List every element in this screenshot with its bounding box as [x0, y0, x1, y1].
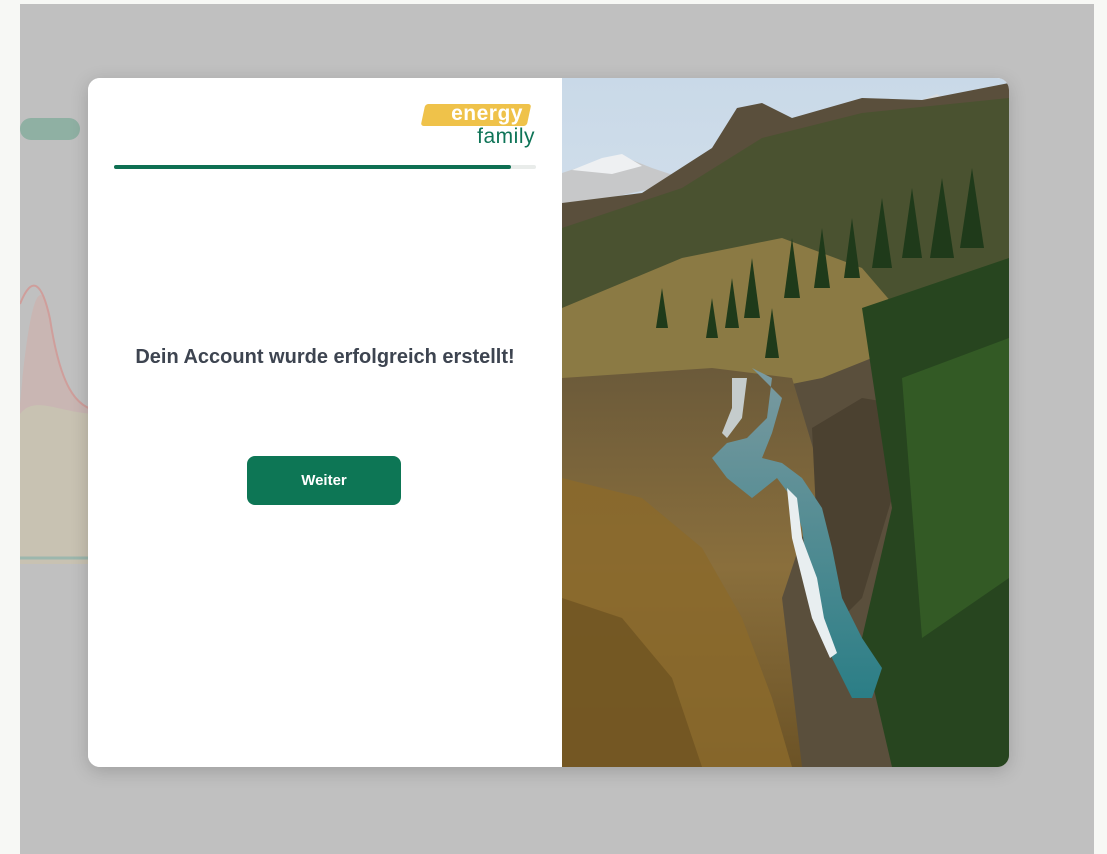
success-message: Dein Account wurde erfolgreich erstellt! — [135, 346, 515, 368]
landscape-illustration — [562, 78, 1009, 767]
continue-button[interactable]: Weiter — [247, 456, 401, 505]
progress-bar-fill — [114, 165, 511, 169]
background-nav-pill — [20, 118, 80, 140]
signup-success-modal: energy family Dein Account wurde erfolgr… — [88, 78, 1009, 767]
mountain-landscape-photo — [562, 78, 1009, 767]
energy-family-logo: energy family — [415, 102, 535, 150]
logo-word-family: family — [477, 125, 535, 148]
logo-word-energy: energy — [451, 102, 523, 125]
progress-bar — [114, 165, 536, 169]
modal-content-pane: energy family Dein Account wurde erfolgr… — [88, 78, 562, 767]
